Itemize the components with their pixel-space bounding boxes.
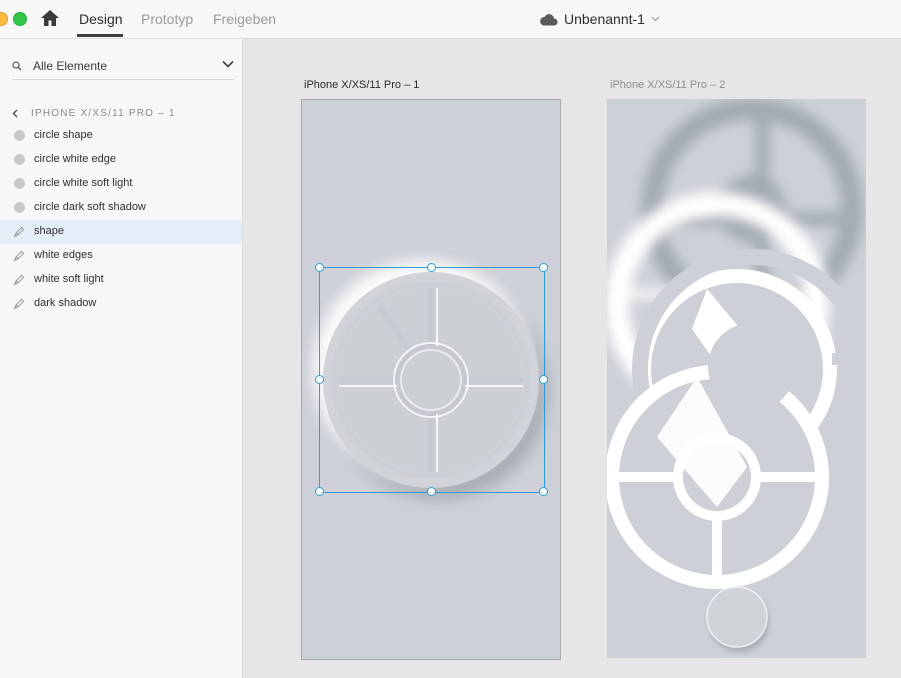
resize-handle[interactable] [427, 263, 436, 272]
artboard[interactable] [607, 99, 866, 658]
selection-bounding-box[interactable] [319, 267, 545, 493]
pen-path-icon [13, 226, 25, 238]
window-zoom-button[interactable] [13, 12, 27, 26]
artboard-title[interactable]: iPhone X/XS/11 Pro – 1 [304, 79, 419, 91]
resize-handle[interactable] [539, 375, 548, 384]
layer-label: shape [34, 225, 64, 237]
tab-design[interactable]: Design [79, 10, 123, 28]
element-filter-dropdown[interactable]: Alle Elemente [12, 57, 234, 80]
layer-label: circle white soft light [34, 177, 133, 189]
cloud-icon [540, 13, 558, 25]
resize-handle[interactable] [427, 487, 436, 496]
layer-row[interactable]: dark shadow [0, 292, 242, 316]
chevron-down-icon [651, 16, 660, 22]
ellipse-icon [14, 202, 25, 213]
layer-label: white soft light [34, 273, 104, 285]
layered-components-preview [607, 99, 866, 652]
layer-row[interactable]: white soft light [0, 268, 242, 292]
layer-label: circle white edge [34, 153, 116, 165]
layers-panel: Alle Elemente IPHONE X/XS/11 PRO – 1 cir… [0, 39, 243, 678]
ellipse-icon [14, 178, 25, 189]
resize-handle[interactable] [539, 487, 548, 496]
pen-path-icon [13, 298, 25, 310]
ellipse-icon [14, 130, 25, 141]
layer-row[interactable]: circle shape [0, 124, 242, 148]
resize-handle[interactable] [315, 375, 324, 384]
document-title-text: Unbenannt-1 [564, 11, 645, 27]
window-minimize-button[interactable] [0, 12, 8, 26]
chevron-left-icon [12, 108, 18, 118]
layer-row[interactable]: circle dark soft shadow [0, 196, 242, 220]
app-toolbar: Design Prototyp Freigeben Unbenannt-1 [0, 0, 901, 39]
layer-row[interactable]: circle white edge [0, 148, 242, 172]
document-title[interactable]: Unbenannt-1 [539, 9, 660, 29]
pen-path-icon [13, 250, 25, 262]
breadcrumb[interactable]: IPHONE X/XS/11 PRO – 1 [12, 105, 176, 121]
element-filter-label: Alle Elemente [33, 59, 108, 73]
search-icon [12, 61, 22, 71]
layer-label: dark shadow [34, 297, 97, 309]
layer-row[interactable]: circle white soft light [0, 172, 242, 196]
tab-share[interactable]: Freigeben [213, 10, 276, 28]
active-tab-indicator [77, 34, 123, 37]
chevron-down-icon [222, 60, 234, 68]
layer-row[interactable]: shape [0, 220, 242, 244]
home-icon[interactable] [40, 9, 60, 27]
resize-handle[interactable] [539, 263, 548, 272]
artboard-title[interactable]: iPhone X/XS/11 Pro – 2 [610, 79, 725, 91]
layer-row[interactable]: white edges [0, 244, 242, 268]
layer-list: circle shape circle white edge circle whit… [0, 124, 242, 316]
layer-label: circle dark soft shadow [34, 201, 146, 213]
pen-path-icon [13, 274, 25, 286]
ellipse-icon [14, 154, 25, 165]
layer-label: circle shape [34, 129, 93, 141]
layer-label: white edges [34, 249, 93, 261]
tab-prototype[interactable]: Prototyp [141, 10, 193, 28]
breadcrumb-label: IPHONE X/XS/11 PRO – 1 [31, 107, 176, 119]
resize-handle[interactable] [315, 263, 324, 272]
resize-handle[interactable] [315, 487, 324, 496]
